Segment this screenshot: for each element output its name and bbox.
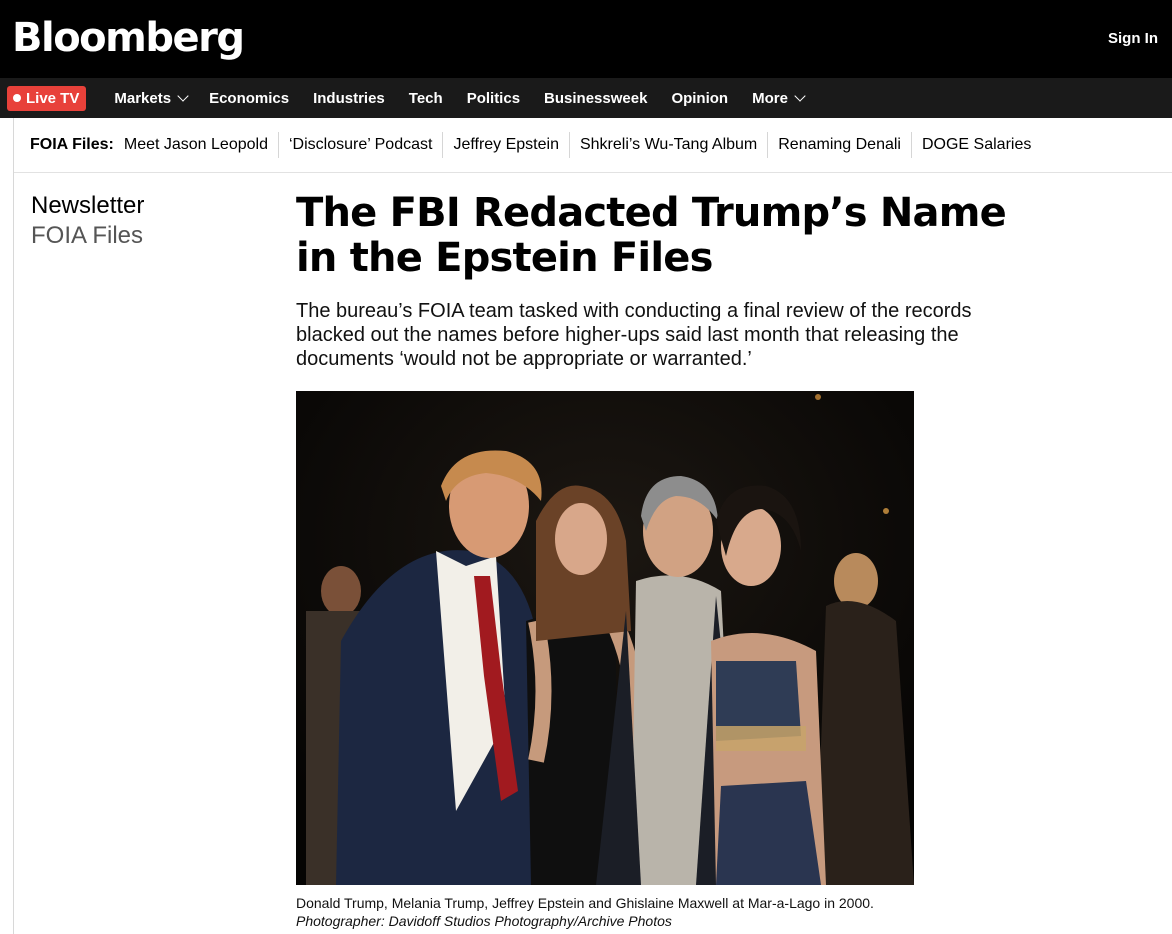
- nav-item-markets[interactable]: Markets: [114, 89, 189, 107]
- nav-item-label: Economics: [209, 89, 290, 107]
- nav-item-label: Politics: [466, 89, 521, 107]
- subnav-link-meet-jason-leopold[interactable]: Meet Jason Leopold: [124, 132, 278, 158]
- article-lead-photo: [296, 391, 914, 885]
- live-dot-icon: [13, 94, 21, 102]
- top-bar: Bloomberg Sign In: [0, 0, 1172, 78]
- live-tv-button[interactable]: Live TV: [7, 85, 87, 111]
- nav-item-economics[interactable]: Economics: [209, 90, 289, 107]
- nav-item-opinion[interactable]: Opinion: [671, 90, 728, 107]
- newsletter-kicker: Newsletter: [31, 192, 145, 219]
- left-divider: [13, 118, 14, 934]
- nav-item-label: Markets: [114, 89, 172, 107]
- nav-item-more[interactable]: More: [752, 89, 806, 107]
- nav-item-tech[interactable]: Tech: [409, 90, 443, 107]
- caption-credit: Photographer: Davidoff Studios Photograp…: [296, 913, 672, 929]
- bloomberg-logo[interactable]: Bloomberg: [12, 12, 245, 64]
- subnav-link-renaming-denali[interactable]: Renaming Denali: [767, 132, 911, 158]
- subnav-label: FOIA Files:: [30, 136, 114, 153]
- photo-caption: Donald Trump, Melania Trump, Jeffrey Eps…: [296, 894, 896, 930]
- nav-item-label: Businessweek: [544, 89, 648, 107]
- chevron-down-icon: [794, 90, 806, 102]
- subnav-link-disclosure-podcast[interactable]: ‘Disclosure’ Podcast: [277, 132, 442, 158]
- main-nav: Live TV Markets Economics Industries Tec…: [0, 78, 1172, 118]
- nav-item-industries[interactable]: Industries: [313, 90, 385, 107]
- article-dek: The bureau’s FOIA team tasked with condu…: [296, 300, 972, 370]
- nav-item-label: More: [752, 89, 788, 107]
- subnav-link-doge-salaries[interactable]: DOGE Salaries: [910, 132, 1041, 158]
- sign-in-link[interactable]: Sign In: [1108, 30, 1158, 47]
- newsletter-name-link[interactable]: FOIA Files: [31, 222, 143, 250]
- article-headline: The FBI Redacted Trump’s Name in the Eps…: [296, 190, 1007, 281]
- subnav-link-jeffrey-epstein[interactable]: Jeffrey Epstein: [442, 132, 569, 158]
- nav-item-label: Opinion: [671, 89, 729, 107]
- nav-item-businessweek[interactable]: Businessweek: [544, 90, 647, 107]
- caption-text: Donald Trump, Melania Trump, Jeffrey Eps…: [296, 895, 874, 911]
- nav-item-politics[interactable]: Politics: [467, 90, 520, 107]
- chevron-down-icon: [177, 90, 189, 102]
- foia-files-subnav: FOIA Files: Meet Jason Leopold ‘Disclosu…: [14, 118, 1172, 173]
- subnav-link-wu-tang-album[interactable]: Shkreli’s Wu-Tang Album: [568, 132, 767, 158]
- nav-item-label: Tech: [408, 89, 443, 107]
- live-tv-label: Live TV: [26, 89, 80, 107]
- nav-item-label: Industries: [313, 89, 385, 107]
